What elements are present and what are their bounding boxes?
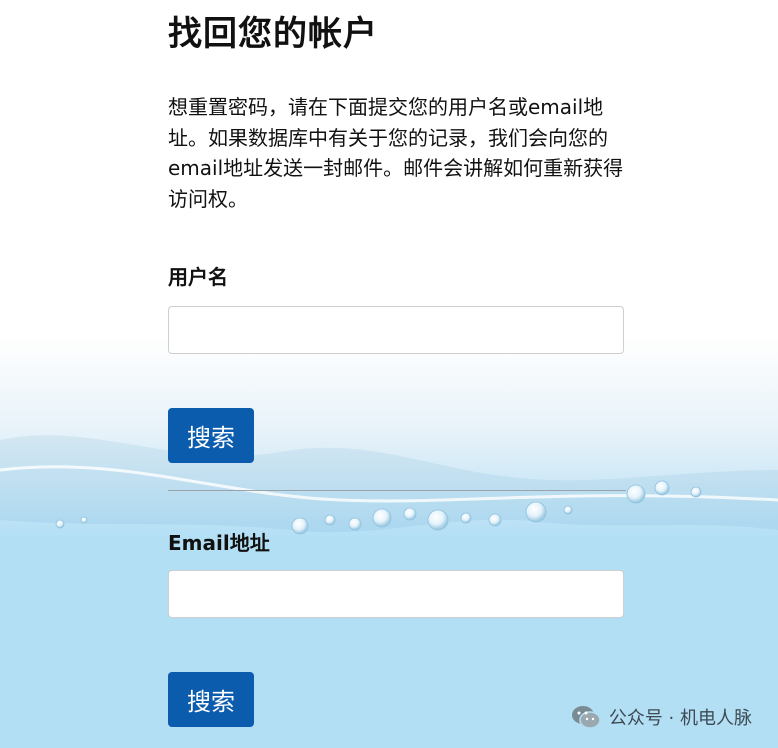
username-search-button[interactable]: 搜索 [168,408,254,463]
email-input[interactable] [168,570,624,618]
wechat-icon [571,706,601,729]
watermark-text: 公众号 · 机电人脉 [608,708,752,729]
page-description: 想重置密码，请在下面提交您的用户名或email地址。如果数据库中有关于您的记录，… [168,95,624,211]
watermark: 公众号 · 机电人脉 [571,704,752,730]
username-input[interactable] [168,306,624,354]
email-label: Email地址 [168,531,270,555]
section-divider [168,490,626,491]
email-search-button[interactable]: 搜索 [168,672,254,727]
page-title: 找回您的帐户 [168,14,378,54]
username-label: 用户名 [168,265,228,289]
